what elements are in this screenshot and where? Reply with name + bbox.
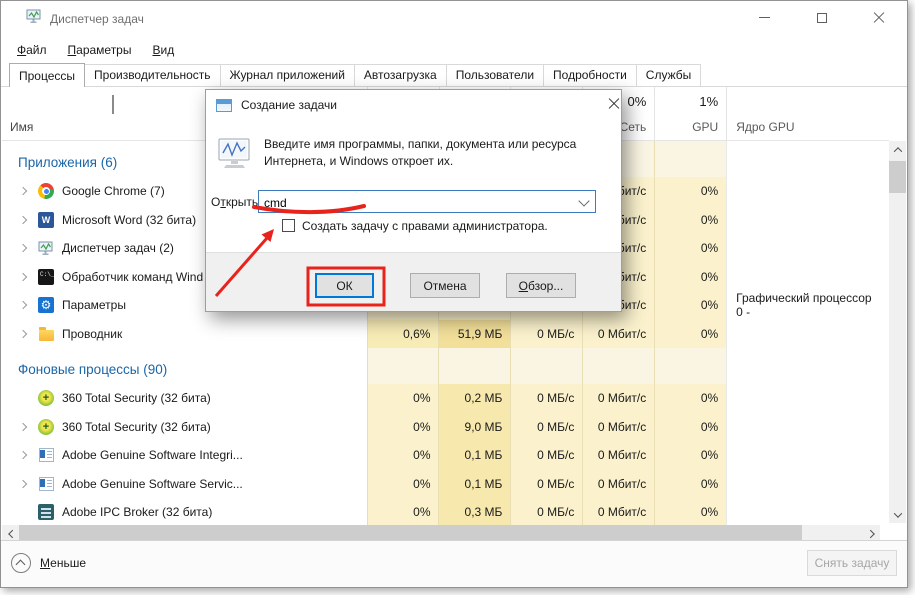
folder-icon	[38, 326, 54, 342]
chevron-right-icon[interactable]	[18, 450, 28, 460]
menu-view[interactable]: Вид	[152, 43, 174, 57]
tab-performance[interactable]: Производительность	[84, 64, 220, 86]
chevron-right-icon[interactable]	[18, 272, 28, 282]
chevron-right-icon[interactable]	[18, 215, 28, 225]
open-combobox[interactable]	[258, 190, 596, 213]
menu-options[interactable]: Параметры	[68, 43, 132, 57]
settings-icon: ⚙	[38, 297, 54, 313]
chevron-down-icon	[893, 509, 901, 517]
adobe-doc-icon	[38, 447, 54, 463]
word-icon: W	[38, 212, 54, 228]
chevron-right-icon[interactable]	[18, 300, 28, 310]
collapse-all-button[interactable]	[112, 97, 128, 109]
table-row[interactable]: +360 Total Security (32 бита) 0%0,2 МБ0 …	[2, 384, 889, 413]
chevron-placeholder	[18, 393, 28, 403]
dialog-footer: ОК Отмена Обзор...	[206, 252, 621, 311]
table-row[interactable]: Adobe IPC Broker (32 бита) 0%0,3 МБ0 МБ/…	[2, 498, 889, 527]
tab-bar: Процессы Производительность Журнал прило…	[1, 63, 907, 87]
chevron-right-icon[interactable]	[18, 329, 28, 339]
task-manager-window: Диспетчер задач Файл Параметры Вид Проце…	[0, 0, 908, 588]
360-security-icon: +	[38, 419, 54, 435]
minimize-icon	[759, 17, 770, 18]
chrome-icon	[38, 183, 54, 199]
fewer-details-button[interactable]: Меньше	[11, 553, 86, 573]
vertical-scrollbar-thumb[interactable]	[889, 161, 906, 193]
table-row[interactable]: Проводник 0,6%51,9 МБ0 МБ/с0 Мбит/с0%	[2, 320, 889, 349]
tab-services[interactable]: Службы	[636, 64, 701, 86]
table-row[interactable]: Adobe Genuine Software Servic... 0%0,1 М…	[2, 470, 889, 499]
browse-button[interactable]: Обзор...	[506, 273, 576, 298]
dialog-description: Введите имя программы, папки, документа …	[264, 136, 576, 170]
admin-rights-checkbox[interactable]	[282, 219, 295, 232]
chevron-right-icon[interactable]	[18, 243, 28, 253]
maximize-button[interactable]	[793, 1, 850, 34]
title-bar: Диспетчер задач	[1, 1, 907, 37]
window-title: Диспетчер задач	[50, 12, 144, 26]
vertical-scrollbar[interactable]	[889, 141, 906, 523]
chevron-up-icon	[112, 95, 114, 114]
chevron-right-icon[interactable]	[18, 422, 28, 432]
table-row[interactable]: +360 Total Security (32 бита) 0%9,0 МБ0 …	[2, 413, 889, 442]
annotation-arrowhead	[262, 229, 275, 242]
group-row-background[interactable]: Фоновые процессы (90)	[2, 348, 889, 384]
dialog-title: Создание задачи	[241, 98, 337, 112]
dialog-title-bar: Создание задачи	[206, 90, 621, 120]
adobe-ipc-icon	[38, 504, 54, 520]
task-manager-icon	[38, 240, 54, 256]
tab-details[interactable]: Подробности	[543, 64, 637, 86]
tab-startup[interactable]: Автозагрузка	[354, 64, 447, 86]
chevron-right-icon[interactable]	[18, 479, 28, 489]
task-manager-app-icon	[26, 9, 42, 29]
table-row[interactable]: Adobe Genuine Software Integri... 0%0,1 …	[2, 441, 889, 470]
360-security-icon: +	[38, 390, 54, 406]
chevron-placeholder	[18, 507, 28, 517]
create-task-dialog: Создание задачи Введите имя программы, п…	[205, 89, 622, 312]
maximize-icon	[817, 13, 827, 23]
cmd-icon: C:\_	[38, 269, 54, 285]
scroll-up-button[interactable]	[889, 141, 906, 158]
dialog-window-icon	[216, 99, 232, 112]
screen: Диспетчер задач Файл Параметры Вид Проце…	[0, 0, 915, 595]
menu-bar: Файл Параметры Вид	[1, 37, 907, 63]
minimize-button[interactable]	[736, 1, 793, 34]
tab-users[interactable]: Пользователи	[446, 64, 544, 86]
end-task-button[interactable]: Снять задачу	[807, 550, 897, 576]
open-input[interactable]	[259, 191, 574, 212]
chevron-right-icon[interactable]	[18, 186, 28, 196]
ok-button[interactable]: ОК	[315, 273, 374, 298]
close-button[interactable]	[850, 1, 907, 34]
status-bar: Меньше Снять задачу	[1, 540, 907, 587]
caption-buttons	[736, 1, 907, 34]
adobe-doc-icon	[38, 476, 54, 492]
column-header-gpu[interactable]: 1%GPU	[654, 87, 726, 140]
column-header-name-label: Имя	[10, 120, 33, 134]
menu-file[interactable]: Файл	[17, 43, 47, 57]
admin-rights-label[interactable]: Создать задачу с правами администратора.	[302, 219, 548, 233]
scroll-down-button[interactable]	[889, 506, 906, 523]
column-header-gpu-engine[interactable]: Ядро GPU	[726, 87, 889, 140]
tab-processes[interactable]: Процессы	[9, 63, 85, 87]
run-dialog-monitor-icon	[217, 138, 255, 177]
chevron-down-icon[interactable]	[578, 195, 589, 206]
chevron-right-icon	[866, 529, 874, 537]
tab-app-history[interactable]: Журнал приложений	[220, 64, 355, 86]
chevron-left-icon	[8, 529, 16, 537]
cancel-button[interactable]: Отмена	[410, 273, 480, 298]
close-icon	[873, 12, 885, 24]
chevron-up-icon	[893, 147, 901, 155]
chevron-up-circle-icon	[11, 553, 31, 573]
open-label: Открыть:	[211, 195, 261, 209]
